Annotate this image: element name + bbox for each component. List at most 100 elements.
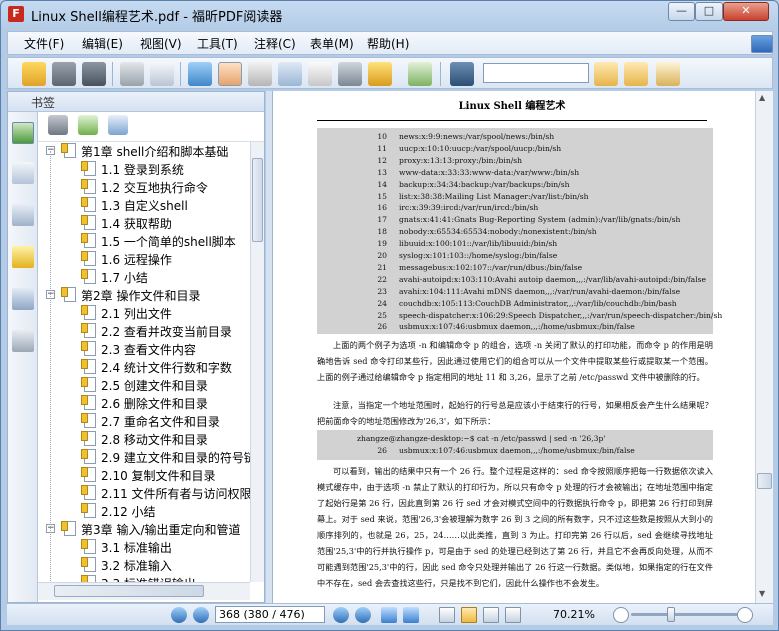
save-as-icon[interactable] bbox=[82, 62, 106, 86]
app-window: F Linux Shell编程艺术.pdf - 福昕PDF阅读器 — □ ✕ 文… bbox=[0, 0, 779, 631]
go-forward-icon[interactable] bbox=[403, 607, 419, 623]
code-line-text: www-data:x:33:33:www-data:/var/www:/bin/… bbox=[399, 167, 580, 177]
bookmark-label: 2.1 列出文件 bbox=[101, 307, 172, 321]
bookmark-label: 1.7 小结 bbox=[101, 271, 148, 285]
menu-bar: 文件(F) 编辑(E) 视图(V) 工具(T) 注释(C) 表单(M) 帮助(H… bbox=[7, 31, 773, 55]
typewriter-icon[interactable] bbox=[308, 62, 332, 86]
toolbar bbox=[7, 57, 773, 89]
bookmarks-title: 书签 bbox=[31, 96, 56, 110]
menu-tools[interactable]: 工具(T) bbox=[197, 35, 238, 52]
zoom-level[interactable]: 70.21% bbox=[553, 608, 595, 621]
bookmarks-hscroll-thumb[interactable] bbox=[54, 585, 204, 597]
fullscreen-icon[interactable] bbox=[188, 62, 212, 86]
zoom-slider[interactable] bbox=[631, 613, 741, 616]
bookmark-tab-icon[interactable] bbox=[12, 122, 34, 144]
bookmark-page-icon bbox=[81, 395, 96, 410]
code-line-text: avahi:x:104:111:Avahi mDNS daemon,,,:/va… bbox=[399, 286, 681, 296]
bookmark-page-icon bbox=[81, 503, 96, 518]
code-line-number: 26 bbox=[377, 322, 387, 332]
bookmark-label: 1.5 一个简单的shell脚本 bbox=[101, 235, 236, 249]
bookmark-label: 1.3 自定义shell bbox=[101, 199, 188, 213]
add-child-bookmark-icon[interactable] bbox=[108, 115, 128, 135]
code-line-number: 21 bbox=[377, 262, 387, 272]
last-page-icon[interactable] bbox=[355, 607, 371, 623]
find-previous-icon[interactable] bbox=[594, 62, 618, 86]
code-line-number: 23 bbox=[377, 286, 387, 296]
bookmarks-scroll-thumb[interactable] bbox=[252, 158, 263, 242]
pages-tab-icon[interactable] bbox=[12, 162, 34, 184]
paragraph-1: 上面的两个例子为选项 -n 和编辑命令 p 的组合，选项 -n 关闭了默认的打印… bbox=[317, 340, 713, 382]
layers-tab-icon[interactable] bbox=[12, 204, 34, 226]
zoom-in-icon[interactable] bbox=[737, 607, 753, 623]
text-select-icon[interactable] bbox=[248, 62, 272, 86]
command-line: zhangze@zhangze-desktop:~$ cat -n /etc/p… bbox=[357, 434, 606, 443]
code-line-text: syslog:x:101:103::/home/syslog:/bin/fals… bbox=[399, 251, 558, 260]
snapshot-icon[interactable] bbox=[338, 62, 362, 86]
comments-tab-icon[interactable] bbox=[12, 246, 34, 268]
go-back-icon[interactable] bbox=[381, 607, 397, 623]
search-input[interactable] bbox=[483, 63, 589, 83]
code-line-number: 14 bbox=[377, 179, 387, 189]
hand-tool-icon[interactable] bbox=[218, 62, 242, 86]
zoom-out-icon[interactable] bbox=[613, 607, 629, 623]
bookmarks-horizontal-scrollbar[interactable] bbox=[38, 582, 250, 600]
attachment-tab-icon[interactable] bbox=[12, 288, 34, 310]
document-scroll-thumb[interactable] bbox=[757, 473, 772, 489]
code-line-number: 10 bbox=[377, 132, 387, 141]
minimize-button[interactable]: — bbox=[668, 2, 695, 21]
print-icon[interactable] bbox=[120, 62, 144, 86]
add-bookmark-icon[interactable] bbox=[78, 115, 98, 135]
code-line-text: couchdb:x:105:113:CouchDB Administrator,… bbox=[399, 298, 677, 308]
sign-icon[interactable] bbox=[408, 62, 432, 86]
menu-comment[interactable]: 注释(C) bbox=[254, 35, 296, 52]
save-icon[interactable] bbox=[52, 62, 76, 86]
tree-connector-line bbox=[50, 151, 51, 582]
bookmark-label: 1.2 交互地执行命令 bbox=[101, 181, 208, 195]
bookmark-page-icon bbox=[81, 359, 96, 374]
facing-pages-icon[interactable] bbox=[483, 607, 499, 623]
bookmark-label: 2.12 小结 bbox=[101, 505, 156, 519]
code-line-text: uucp:x:10:10:uucp:/var/spool/uucp:/bin/s… bbox=[399, 143, 562, 153]
find-next-icon[interactable] bbox=[624, 62, 648, 86]
signature-tab-icon[interactable] bbox=[12, 330, 34, 352]
code-line-number: 15 bbox=[377, 191, 387, 201]
close-button[interactable]: ✕ bbox=[723, 2, 769, 21]
menu-view[interactable]: 视图(V) bbox=[140, 35, 182, 52]
menu-help[interactable]: 帮助(H) bbox=[367, 35, 409, 52]
code-line-text: libuuid:x:100:101::/var/lib/libuuid:/bin… bbox=[399, 239, 558, 249]
document-vertical-scrollbar[interactable]: ▲ ▼ bbox=[755, 91, 773, 603]
zoom-slider-thumb[interactable] bbox=[667, 607, 675, 622]
bookmarks-vertical-scrollbar[interactable] bbox=[250, 142, 264, 582]
bookmark-page-icon bbox=[81, 305, 96, 320]
bookmark-page-icon bbox=[81, 485, 96, 500]
single-page-icon[interactable] bbox=[439, 607, 455, 623]
search-options-icon[interactable] bbox=[656, 62, 680, 86]
select-arrow-icon[interactable] bbox=[278, 62, 302, 86]
app-logo-icon: F bbox=[8, 6, 24, 22]
menu-edit[interactable]: 编辑(E) bbox=[82, 35, 123, 52]
scroll-up-arrow-icon[interactable]: ▲ bbox=[759, 93, 765, 102]
open-folder-icon[interactable] bbox=[22, 62, 46, 86]
menu-form[interactable]: 表单(M) bbox=[310, 35, 354, 52]
page-number-field[interactable]: 368 (380 / 476) bbox=[215, 606, 325, 623]
bookmark-page-icon bbox=[81, 215, 96, 230]
delete-bookmark-icon[interactable] bbox=[48, 115, 68, 135]
previous-page-icon[interactable] bbox=[193, 607, 209, 623]
code-line-text: usbmux:x:107:46:usbmux daemon,,,:/home/u… bbox=[399, 322, 635, 332]
next-page-icon[interactable] bbox=[333, 607, 349, 623]
scroll-down-arrow-icon[interactable]: ▼ bbox=[759, 589, 765, 598]
menu-file[interactable]: 文件(F) bbox=[24, 35, 64, 52]
code-line-text: nobody:x:65534:65534:nobody:/nonexistent… bbox=[399, 227, 597, 237]
rms-lock-icon[interactable] bbox=[368, 62, 392, 86]
continuous-page-icon[interactable] bbox=[461, 607, 477, 623]
bookmark-label: 第3章 输入/输出重定向和管道 bbox=[81, 523, 241, 537]
restore-icon[interactable] bbox=[751, 35, 773, 53]
binoculars-icon[interactable] bbox=[450, 62, 474, 86]
maximize-button[interactable]: □ bbox=[695, 2, 723, 21]
continuous-facing-icon[interactable] bbox=[505, 607, 521, 623]
bookmark-page-icon bbox=[81, 431, 96, 446]
bookmark-label: 2.7 重命名文件和目录 bbox=[101, 415, 220, 429]
first-page-icon[interactable] bbox=[171, 607, 187, 623]
bookmark-page-icon bbox=[61, 143, 76, 158]
properties-icon[interactable] bbox=[150, 62, 174, 86]
